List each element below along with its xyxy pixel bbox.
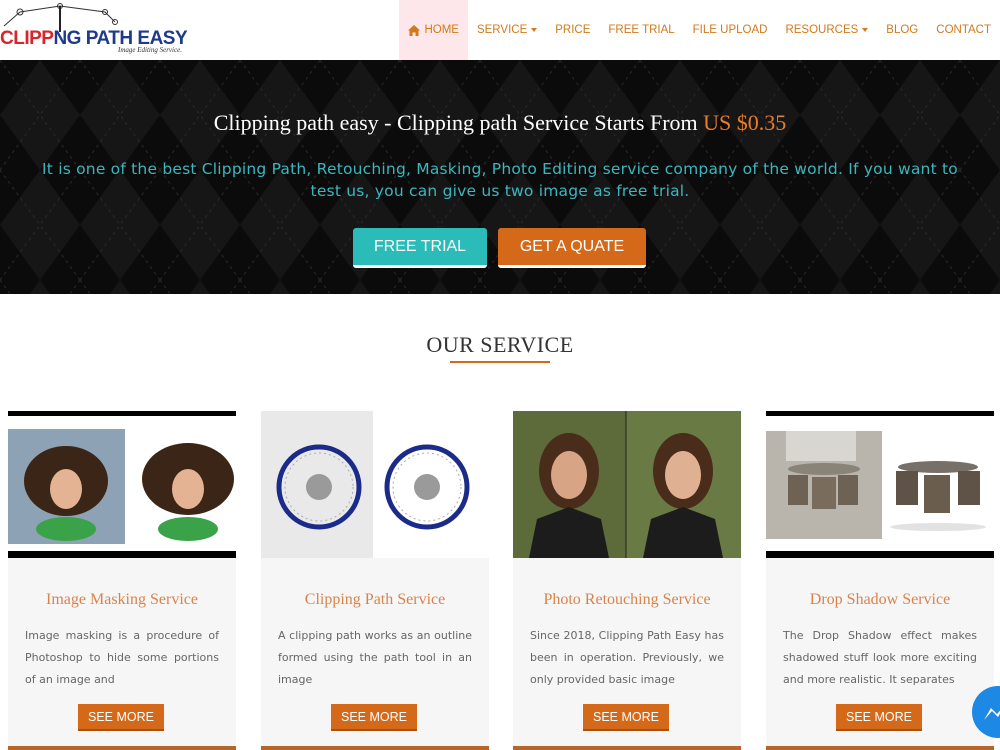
nav-blog[interactable]: BLOG (877, 0, 927, 60)
caret-down-icon (531, 28, 538, 32)
service-image-clipping[interactable] (261, 411, 489, 558)
nav-resources-label: RESOURCES (785, 24, 859, 36)
service-image-drop-shadow[interactable] (766, 411, 994, 558)
card-bottom-bar (766, 746, 994, 750)
logo-tagline: Image Editing Service. (118, 46, 182, 54)
service-card-text: Since 2018, Clipping Path Easy has been … (530, 629, 724, 686)
card-bottom-bar (513, 746, 741, 750)
service-card-clipping: Clipping Path Service A clipping path wo… (261, 411, 489, 750)
see-more-button[interactable]: SEE MORE (331, 704, 417, 731)
nav-contact[interactable]: CONTACT (927, 0, 1000, 60)
service-card-text: A clipping path works as an outline form… (278, 629, 472, 686)
nav-free-trial[interactable]: FREE TRIAL (599, 0, 683, 60)
service-card-title: Image Masking Service (46, 591, 198, 608)
service-card-retouching: Photo Retouching Service Since 2018, Cli… (513, 411, 741, 750)
messenger-chat-button[interactable] (972, 686, 1000, 738)
nav-service-label: SERVICE (476, 24, 528, 36)
service-card-title: Photo Retouching Service (543, 591, 711, 608)
card-bottom-bar (8, 746, 236, 750)
section-title: OUR SERVICE (426, 332, 574, 357)
card-bottom-bar (261, 746, 489, 750)
nav-file-upload[interactable]: FILE UPLOAD (684, 0, 777, 60)
see-more-button[interactable]: SEE MORE (836, 704, 922, 731)
service-image-retouching[interactable] (513, 411, 741, 558)
section-underline (450, 361, 550, 363)
main-nav: HOME SERVICE PRICE FREE TRIAL FILE UPLOA… (399, 0, 1000, 60)
nav-service[interactable]: SERVICE (468, 0, 546, 60)
service-image-masking[interactable] (8, 411, 236, 558)
free-trial-button[interactable]: FREE TRIAL (353, 228, 487, 268)
service-card-masking: Image Masking Service Image masking is a… (8, 411, 236, 750)
service-card-title: Drop Shadow Service (809, 591, 951, 608)
service-card-text: The Drop Shadow effect makes shadowed st… (783, 629, 977, 686)
site-header: CLIPPNG PATH EASY Image Editing Service.… (0, 0, 1000, 60)
nav-resources[interactable]: RESOURCES (776, 0, 877, 60)
hero-title: Clipping path easy - Clipping path Servi… (213, 110, 787, 135)
messenger-icon (984, 708, 1000, 720)
caret-down-icon (862, 28, 869, 32)
nav-price[interactable]: PRICE (546, 0, 599, 60)
home-icon (408, 24, 421, 36)
logo[interactable]: CLIPPNG PATH EASY Image Editing Service. (0, 2, 200, 58)
hero-price: US $0.35 (703, 110, 787, 135)
see-more-button[interactable]: SEE MORE (583, 704, 669, 731)
service-card-title: Clipping Path Service (304, 591, 446, 608)
see-more-button[interactable]: SEE MORE (78, 704, 164, 731)
service-card-text: Image masking is a procedure of Photosho… (25, 629, 219, 686)
hero-description: It is one of the best Clipping Path, Ret… (42, 160, 958, 200)
get-quote-button[interactable]: GET A QUATE (498, 228, 646, 268)
service-card-drop-shadow: Drop Shadow Service The Drop Shadow effe… (766, 411, 994, 750)
nav-home-label: HOME (424, 24, 459, 36)
nav-home[interactable]: HOME (399, 0, 468, 60)
hero-banner: Clipping path easy - Clipping path Servi… (0, 60, 1000, 294)
